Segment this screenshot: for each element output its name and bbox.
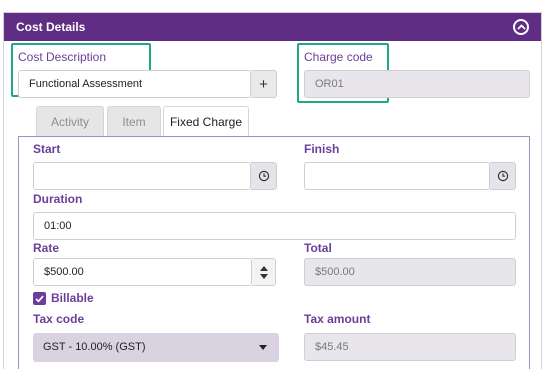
duration-label: Duration [33,192,83,206]
panel-header: Cost Details [4,13,541,41]
panel-title: Cost Details [16,20,86,34]
tab-fixed-charge[interactable]: Fixed Charge [163,106,249,137]
tax-amount-label: Tax amount [304,312,371,326]
add-cost-description-button[interactable]: + [251,70,277,98]
charge-code-label: Charge code [304,50,373,64]
tax-code-value: GST - 10.00% (GST) [43,341,146,353]
cost-description-label: Cost Description [18,50,107,64]
rate-stepper[interactable] [252,258,276,286]
decrement-icon[interactable] [259,273,268,279]
increment-icon[interactable] [259,265,268,271]
total-label: Total [304,241,332,255]
tax-code-select[interactable]: GST - 10.00% (GST) [33,333,279,362]
tax-code-label: Tax code [33,312,85,326]
total-field: $500.00 [304,258,516,286]
caret-down-icon [259,345,267,350]
chevron-up-circle-icon[interactable] [513,19,529,35]
rate-input[interactable]: $500.00 [33,258,252,286]
start-clock-icon[interactable] [251,162,277,190]
billable-label[interactable]: Billable [51,291,94,305]
tab-item[interactable]: Item [107,106,161,136]
start-label: Start [33,142,61,156]
finish-input[interactable] [304,162,490,190]
start-input[interactable] [33,162,251,190]
finish-label: Finish [304,142,340,156]
duration-input[interactable]: 01:00 [33,212,516,240]
tax-amount-field: $45.45 [304,333,516,361]
tab-activity[interactable]: Activity [36,106,104,136]
charge-code-field: OR01 [304,70,530,98]
billable-checkbox[interactable] [33,292,46,305]
rate-label: Rate [33,241,60,255]
finish-clock-icon[interactable] [490,162,516,190]
cost-description-input[interactable]: Functional Assessment [18,70,251,98]
